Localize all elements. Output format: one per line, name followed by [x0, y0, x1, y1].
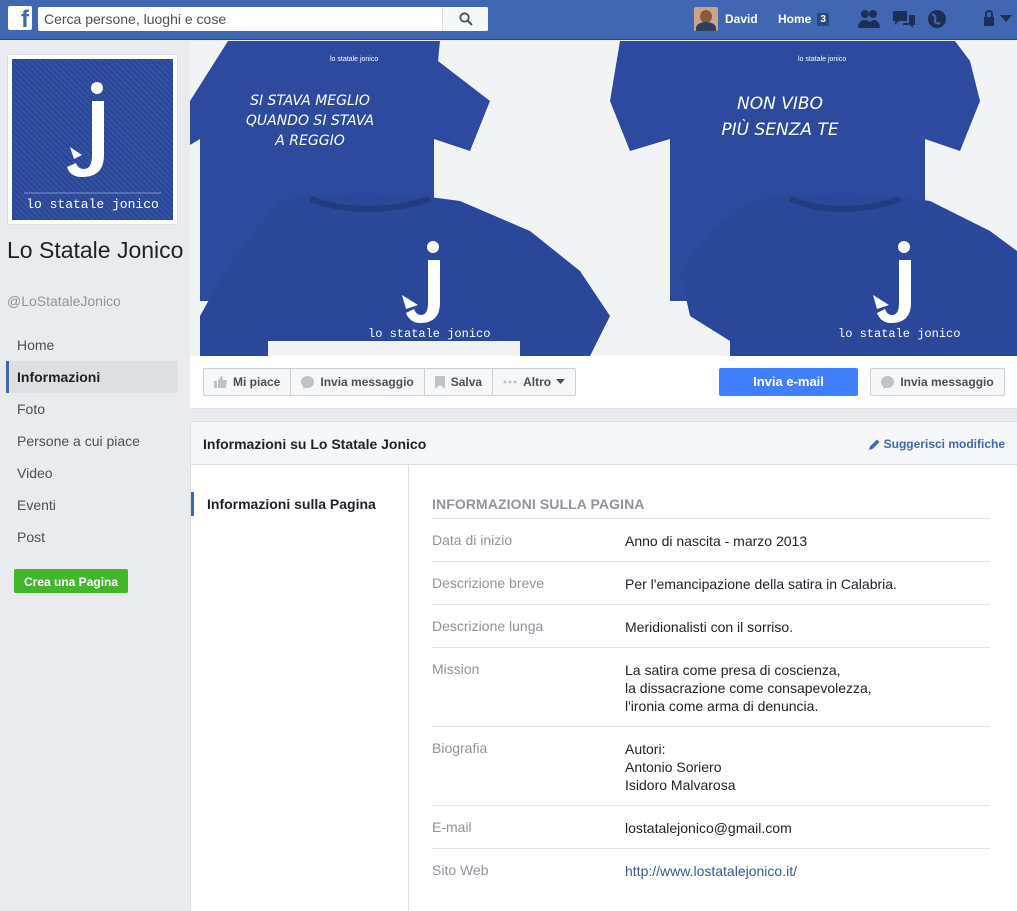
search-box — [38, 7, 488, 31]
info-row-website: Sito Web http://www.lostatalejonico.it/ — [432, 848, 990, 891]
messenger-icon — [301, 375, 315, 389]
facebook-logo-icon[interactable]: f — [8, 6, 32, 32]
search-input[interactable] — [44, 7, 434, 31]
about-sidebar: Informazioni sulla Pagina — [191, 465, 409, 911]
about-card: Informazioni su Lo Statale Jonico Sugger… — [190, 421, 1017, 911]
like-button[interactable]: Mi piace — [204, 369, 292, 395]
shirt-tag-1: lo statale jonico — [368, 327, 491, 341]
shirt-tag-2: lo statale jonico — [838, 327, 961, 341]
cover-photo[interactable]: SI STAVA MEGLIO QUANDO SI STAVA A REGGIO… — [190, 41, 1017, 356]
nav-item-post[interactable]: Post — [6, 521, 178, 553]
thumbs-up-icon — [214, 376, 227, 388]
save-button[interactable]: Salva — [425, 369, 494, 395]
info-row-short-description: Descrizione breve Per l'emancipazione de… — [432, 561, 990, 604]
top-navigation-bar: f David Home 3 — [0, 0, 1017, 40]
page-title[interactable]: Lo Statale Jonico — [7, 237, 187, 263]
messages-icon[interactable] — [892, 8, 916, 30]
more-button[interactable]: Altro — [493, 369, 575, 395]
notifications-globe-icon[interactable] — [926, 8, 948, 30]
shirt-slogan-1: SI STAVA MEGLIO QUANDO SI STAVA A REGGIO — [245, 93, 375, 149]
messenger-icon — [881, 375, 895, 389]
suggest-edits-link[interactable]: Suggerisci modifiche — [868, 437, 1005, 451]
info-row-long-description: Descrizione lunga Meridionalisti con il … — [432, 604, 990, 647]
about-title: Informazioni su Lo Statale Jonico — [203, 436, 427, 452]
page-action-bar: Mi piace Invia messaggio Salva Altro Inv… — [190, 356, 1017, 409]
pencil-icon — [868, 439, 880, 450]
shirt-slogan-2: NON VIBO PIÙ SENZA TE — [721, 94, 839, 140]
more-dots-icon — [503, 380, 517, 384]
left-column: lo statale jonico Lo Statale Jonico @LoS… — [0, 41, 190, 911]
home-label: Home — [778, 12, 812, 26]
nav-item-foto[interactable]: Foto — [6, 393, 178, 425]
bookmark-icon — [434, 375, 445, 389]
privacy-lock-icon[interactable] — [982, 8, 998, 30]
search-button[interactable] — [442, 7, 488, 31]
chevron-down-icon — [556, 379, 566, 384]
about-side-item-page-info[interactable]: Informazioni sulla Pagina — [191, 492, 376, 516]
shirt-brand-label-1: lo statale jonico — [330, 56, 379, 63]
page-actions-group: Mi piace Invia messaggio Salva Altro — [203, 368, 577, 396]
friend-requests-icon[interactable] — [857, 8, 881, 30]
avatar — [694, 7, 718, 31]
home-link[interactable]: Home 3 — [778, 12, 829, 26]
send-message-button-secondary[interactable]: Invia messaggio — [870, 368, 1005, 396]
nav-item-eventi[interactable]: Eventi — [6, 489, 178, 521]
user-name: David — [725, 12, 758, 26]
about-card-header: Informazioni su Lo Statale Jonico Sugger… — [191, 422, 1017, 465]
nav-item-persone-a-cui-piace[interactable]: Persone a cui piace — [6, 425, 178, 457]
page-navigation: Home Informazioni Foto Persone a cui pia… — [6, 329, 178, 553]
info-row-mission: Mission La satira come presa di coscienz… — [432, 647, 990, 726]
page-handle[interactable]: @LoStataleJonico — [7, 293, 121, 309]
shirt-brand-label-2: lo statale jonico — [798, 56, 847, 63]
nav-item-video[interactable]: Video — [6, 457, 178, 489]
info-row-start-date: Data di inizio Anno di nascita - marzo 2… — [432, 518, 990, 561]
profile-link[interactable]: David — [694, 7, 758, 31]
statale-jonico-logo-icon — [24, 82, 161, 194]
create-page-button[interactable]: Crea una Pagina — [14, 569, 129, 593]
search-icon — [459, 12, 473, 26]
nav-item-informazioni[interactable]: Informazioni — [6, 361, 178, 393]
nav-item-home[interactable]: Home — [6, 329, 178, 361]
logo-caption: lo statale jonico — [26, 197, 159, 212]
section-title: INFORMAZIONI SULLA PAGINA — [432, 496, 645, 512]
info-row-biography: Biografia Autori: Antonio Soriero Isidor… — [432, 726, 990, 805]
send-email-button[interactable]: Invia e-mail — [719, 368, 858, 396]
website-link[interactable]: http://www.lostatalejonico.it/ — [625, 862, 797, 880]
info-row-email: E-mail lostatalejonico@gmail.com — [432, 805, 990, 848]
home-count-badge: 3 — [817, 12, 829, 26]
account-menu-icon[interactable] — [999, 14, 1013, 24]
profile-picture[interactable]: lo statale jonico — [7, 54, 178, 225]
send-message-button[interactable]: Invia messaggio — [291, 369, 425, 395]
